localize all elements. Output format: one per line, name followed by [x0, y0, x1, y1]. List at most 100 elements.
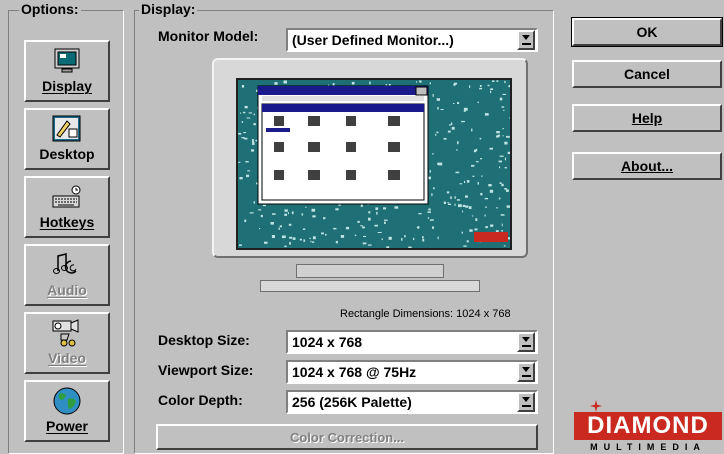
- wallpaper-speck: [465, 195, 468, 198]
- wallpaper-speck: [506, 189, 509, 192]
- wallpaper-speck: [360, 225, 363, 227]
- option-display-button[interactable]: Display: [24, 40, 110, 102]
- wallpaper-speck: [443, 137, 447, 140]
- wallpaper-speck: [504, 141, 508, 145]
- wallpaper-speck: [466, 180, 470, 183]
- color-depth-dropdown-arrow[interactable]: [517, 392, 535, 412]
- wallpaper-speck: [284, 213, 287, 216]
- monitor-model-dropdown-arrow[interactable]: [517, 30, 535, 50]
- monitor-model-label: Monitor Model:: [158, 28, 259, 44]
- wallpaper-speck: [492, 80, 495, 82]
- wallpaper-speck: [272, 213, 276, 215]
- cancel-button[interactable]: Cancel: [572, 60, 722, 88]
- option-desktop-button[interactable]: Desktop: [24, 108, 110, 170]
- wallpaper-speck: [496, 131, 500, 134]
- wallpaper-speck: [469, 85, 471, 89]
- rectangle-dimensions: Rectangle Dimensions: 1024 x 768: [340, 308, 511, 320]
- wallpaper-speck: [437, 236, 439, 240]
- wallpaper-speck: [271, 235, 275, 238]
- monitor-model-select[interactable]: (User Defined Monitor...): [286, 28, 538, 52]
- wallpaper-speck: [255, 139, 258, 142]
- wallpaper-speck: [249, 212, 254, 214]
- wallpaper-speck: [437, 106, 439, 110]
- viewport-size-select[interactable]: 1024 x 768 @ 75Hz: [286, 360, 538, 384]
- wallpaper-speck: [498, 160, 502, 163]
- wallpaper-speck: [253, 123, 256, 126]
- wallpaper-speck: [484, 214, 486, 217]
- wallpaper-speck: [381, 238, 383, 241]
- wallpaper-speck: [488, 184, 492, 187]
- wallpaper-speck: [288, 223, 292, 226]
- wallpaper-speck: [490, 90, 492, 94]
- keyboard-icon: [50, 182, 84, 212]
- desktop-size-dropdown-arrow[interactable]: [517, 332, 535, 352]
- wallpaper-speck: [453, 103, 455, 104]
- wallpaper-speck: [471, 215, 474, 217]
- logo-wordmark: DIAMOND: [574, 412, 722, 440]
- wallpaper-speck: [462, 204, 466, 207]
- viewport-size-dropdown-arrow[interactable]: [517, 362, 535, 382]
- wallpaper-speck: [479, 137, 482, 140]
- wallpaper-speck: [461, 231, 463, 234]
- option-power-button[interactable]: Power: [24, 380, 110, 442]
- video-camera-icon: [50, 318, 84, 348]
- desktop-size-label: Desktop Size:: [158, 332, 250, 348]
- wallpaper-speck: [251, 139, 254, 143]
- wallpaper-speck: [408, 246, 412, 248]
- monitor-neck: [296, 264, 444, 278]
- wallpaper-speck: [289, 236, 293, 239]
- about-button[interactable]: About...: [572, 152, 722, 180]
- color-correction-label: Color Correction...: [289, 429, 405, 445]
- color-depth-select[interactable]: 256 (256K Palette): [286, 390, 538, 414]
- wallpaper-speck: [335, 208, 339, 211]
- option-hotkeys-button[interactable]: Hotkeys: [24, 176, 110, 238]
- wallpaper-speck: [247, 170, 251, 172]
- wallpaper-speck: [418, 80, 422, 83]
- wallpaper-speck: [477, 101, 479, 104]
- wallpaper-speck: [499, 97, 503, 101]
- wallpaper-speck: [463, 245, 467, 247]
- wallpaper-speck: [368, 217, 371, 221]
- wallpaper-speck: [458, 204, 462, 208]
- wallpaper-speck: [244, 105, 248, 109]
- wallpaper-speck: [243, 132, 246, 134]
- wallpaper-speck: [450, 196, 452, 199]
- wallpaper-speck: [504, 167, 507, 169]
- wallpaper-speck: [489, 147, 493, 150]
- wallpaper-speck: [475, 148, 478, 152]
- wallpaper-speck: [466, 240, 469, 243]
- wallpaper-speck: [435, 133, 437, 136]
- ok-button[interactable]: OK: [571, 17, 723, 47]
- wallpaper-speck: [299, 238, 302, 241]
- wallpaper-speck: [429, 82, 431, 85]
- wallpaper-speck: [251, 149, 254, 152]
- wallpaper-speck: [506, 205, 510, 208]
- wallpaper-speck: [388, 236, 392, 240]
- wallpaper-speck: [259, 228, 261, 230]
- wallpaper-speck: [508, 85, 510, 88]
- wallpaper-speck: [422, 236, 424, 239]
- wallpaper-speck: [363, 235, 366, 237]
- wallpaper-speck: [473, 149, 477, 153]
- wallpaper-speck: [428, 176, 431, 180]
- wallpaper-speck: [498, 197, 501, 200]
- wallpaper-speck: [504, 80, 506, 84]
- wallpaper-speck: [507, 151, 510, 154]
- wallpaper-speck: [253, 201, 255, 204]
- wallpaper-speck: [376, 211, 378, 215]
- wallpaper-speck: [487, 84, 490, 87]
- logo-subtitle: MULTIMEDIA: [590, 442, 706, 452]
- wallpaper-speck: [368, 244, 372, 246]
- wallpaper-speck: [501, 183, 504, 187]
- wallpaper-speck: [427, 217, 430, 219]
- wallpaper-speck: [362, 242, 367, 245]
- wallpaper-speck: [240, 112, 242, 114]
- wallpaper-speck: [461, 120, 465, 123]
- wallpaper-speck: [253, 113, 255, 116]
- help-button[interactable]: Help: [572, 104, 722, 132]
- wallpaper-speck: [459, 183, 463, 185]
- wallpaper-speck: [468, 206, 472, 209]
- wallpaper-speck: [383, 207, 386, 210]
- wallpaper-speck: [457, 141, 459, 145]
- desktop-size-select[interactable]: 1024 x 768: [286, 330, 538, 354]
